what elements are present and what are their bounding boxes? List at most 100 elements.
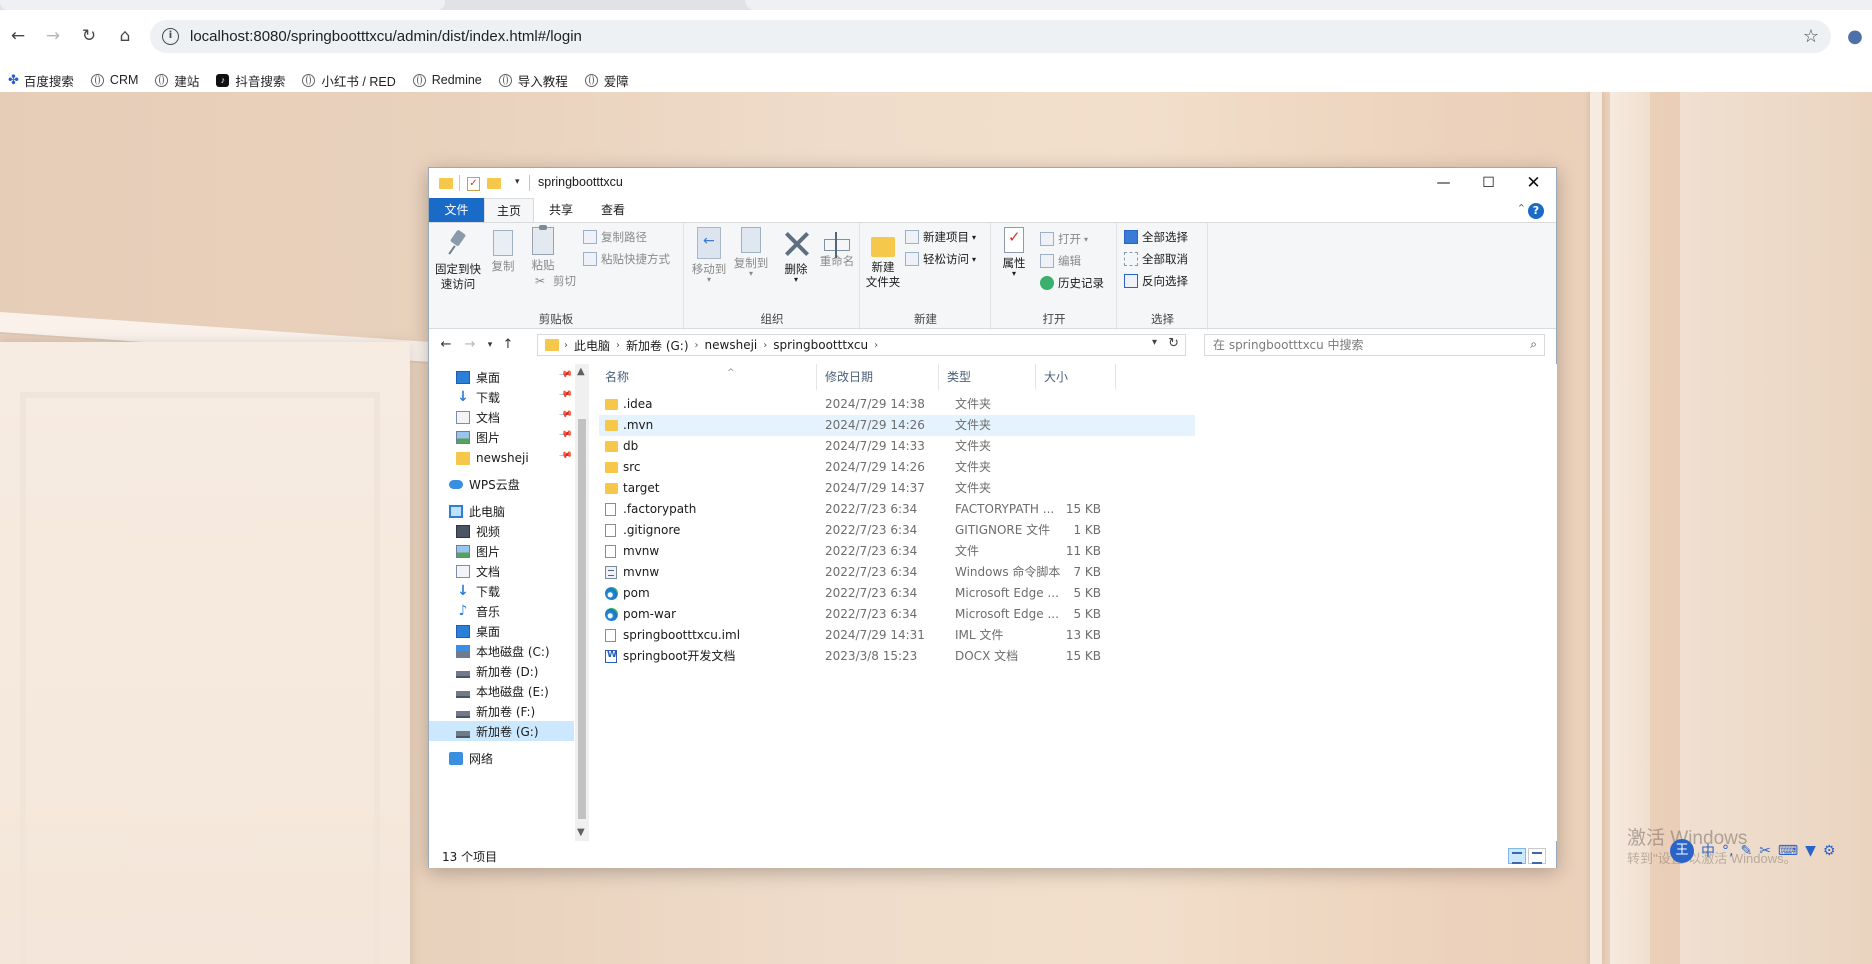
profile-icon[interactable]: ● bbox=[1844, 26, 1866, 48]
file-row[interactable]: .factorypath 2022/7/23 6:34 FACTORYPATH ..… bbox=[599, 499, 1195, 520]
breadcrumb-springbootttxcu[interactable]: springbootttxcu bbox=[767, 338, 874, 352]
ime-toolbar[interactable]: 王 中 °, ✎ ✂ ⌨ ▼ ⚙ bbox=[1670, 837, 1835, 865]
pen-icon[interactable]: ✎ bbox=[1740, 843, 1752, 859]
file-row[interactable]: .idea 2024/7/29 14:38 文件夹 bbox=[599, 394, 1195, 415]
select-none-button[interactable]: 全部取消 bbox=[1124, 249, 1188, 269]
nav-item-music[interactable]: ♪ 音乐 bbox=[429, 601, 574, 621]
nav-item-pictures-pc[interactable]: 图片 bbox=[429, 541, 574, 561]
cut-button[interactable]: ✂ 剪切 bbox=[535, 271, 576, 291]
recent-locations-icon[interactable]: ▾ bbox=[481, 336, 499, 354]
bookmark-baidu[interactable]: ✤ 百度搜索 bbox=[8, 71, 74, 90]
nav-item-documents-pc[interactable]: 文档 bbox=[429, 561, 574, 581]
settings-gear-icon[interactable]: ⚙ bbox=[1823, 843, 1836, 859]
skin-icon[interactable]: ▼ bbox=[1805, 843, 1816, 859]
column-header-name[interactable]: 名称 ^ bbox=[599, 364, 817, 390]
delete-button[interactable]: 删除 ▾ bbox=[779, 227, 813, 284]
help-icon[interactable]: ? bbox=[1528, 203, 1544, 219]
browser-tab[interactable] bbox=[0, 0, 445, 10]
nav-item-pictures[interactable]: 图片 📌 bbox=[429, 427, 574, 447]
search-input[interactable] bbox=[1205, 335, 1505, 355]
refresh-icon[interactable]: ↻ bbox=[1168, 336, 1179, 351]
nav-item-drive-d[interactable]: 新加卷 (D:) bbox=[429, 661, 574, 681]
ime-logo-icon[interactable]: 王 bbox=[1670, 839, 1694, 863]
minimize-icon[interactable]: — bbox=[1421, 168, 1466, 198]
history-button[interactable]: 历史记录 bbox=[1040, 273, 1104, 293]
search-icon[interactable]: ⌕ bbox=[1530, 337, 1537, 352]
keyboard-icon[interactable]: ⌨ bbox=[1778, 843, 1798, 859]
nav-item-drive-f[interactable]: 新加卷 (F:) bbox=[429, 701, 574, 721]
chevron-down-icon[interactable]: ▾ bbox=[1152, 337, 1157, 348]
nav-item-drive-e[interactable]: 本地磁盘 (E:) bbox=[429, 681, 574, 701]
nav-item-this-pc[interactable]: 此电脑 bbox=[429, 501, 574, 521]
nav-item-drive-g[interactable]: 新加卷 (G:) bbox=[429, 721, 574, 741]
nav-scrollbar[interactable]: ▲ ▼ bbox=[575, 364, 589, 841]
bookmark-aizhang[interactable]: 爱障 bbox=[584, 71, 629, 90]
large-icons-view-icon[interactable] bbox=[1528, 848, 1546, 864]
file-row[interactable]: src 2024/7/29 14:26 文件夹 bbox=[599, 457, 1195, 478]
copy-to-button[interactable]: 复制到 ▾ bbox=[731, 227, 771, 278]
nav-item-downloads-pc[interactable]: ↓ 下载 bbox=[429, 581, 574, 601]
ime-mode[interactable]: 中 bbox=[1701, 841, 1715, 861]
nav-item-downloads[interactable]: ↓ 下载 📌 bbox=[429, 387, 574, 407]
column-header-date[interactable]: 修改日期 bbox=[819, 364, 939, 390]
address-bar[interactable]: i localhost:8080/springbootttxcu/admin/d… bbox=[150, 20, 1831, 53]
nav-item-documents[interactable]: 文档 📌 bbox=[429, 407, 574, 427]
nav-item-desktop[interactable]: 桌面 📌 bbox=[429, 367, 574, 387]
scroll-down-icon[interactable]: ▼ bbox=[577, 827, 585, 838]
bookmark-red[interactable]: 小红书 / RED bbox=[302, 71, 396, 90]
column-header-size[interactable]: 大小 bbox=[1038, 364, 1116, 390]
site-info-icon[interactable]: i bbox=[162, 28, 179, 45]
nav-item-network[interactable]: 网络 bbox=[429, 748, 574, 768]
breadcrumb-newsheji[interactable]: newsheji bbox=[699, 338, 764, 352]
back-arrow-icon[interactable]: ← bbox=[5, 23, 31, 49]
breadcrumb-this-pc[interactable]: 此电脑 bbox=[568, 337, 616, 354]
forward-arrow-icon[interactable]: → bbox=[461, 336, 479, 354]
bookmark-douyin[interactable]: ♪ 抖音搜索 bbox=[216, 71, 285, 90]
bookmark-redmine[interactable]: Redmine bbox=[412, 73, 482, 87]
properties-quick-icon[interactable]: ✓ bbox=[467, 177, 480, 191]
bookmark-jianzhan[interactable]: 建站 bbox=[155, 71, 199, 90]
file-row[interactable]: db 2024/7/29 14:33 文件夹 bbox=[599, 436, 1195, 457]
open-button[interactable]: 打开 ▾ bbox=[1040, 229, 1088, 249]
copy-path-button[interactable]: 复制路径 bbox=[583, 227, 647, 247]
new-item-button[interactable]: 新建项目 ▾ bbox=[905, 227, 976, 247]
bookmark-import-tutorial[interactable]: 导入教程 bbox=[498, 71, 568, 90]
file-row[interactable]: .mvn 2024/7/29 14:26 文件夹 bbox=[599, 415, 1195, 436]
close-icon[interactable]: ✕ bbox=[1511, 168, 1556, 198]
file-row[interactable]: springboot开发文档2023/3/8 15:23DOCX 文档15 KB bbox=[599, 646, 1195, 667]
file-row[interactable]: pom-war 2022/7/23 6:34 Microsoft Edge ... 5… bbox=[599, 604, 1195, 625]
nav-item-newsheji[interactable]: newsheji 📌 bbox=[429, 448, 574, 468]
details-view-icon[interactable] bbox=[1508, 848, 1526, 864]
move-to-button[interactable]: 移动到 ▾ bbox=[689, 227, 729, 284]
customize-quick-access-icon[interactable]: ▾ bbox=[515, 177, 520, 193]
back-arrow-icon[interactable]: ← bbox=[437, 336, 455, 354]
path-bar[interactable]: › 此电脑 › 新加卷 (G:) › newsheji › springboot… bbox=[537, 334, 1186, 356]
file-row[interactable]: mvnw 2022/7/23 6:34 Windows 命令脚本 7 KB bbox=[599, 562, 1195, 583]
copy-button[interactable]: 复制 bbox=[485, 227, 521, 274]
forward-arrow-icon[interactable]: → bbox=[40, 23, 66, 49]
window-titlebar[interactable]: ✓ ▾ springbootttxcu — ☐ ✕ bbox=[429, 168, 1556, 198]
url-text[interactable]: localhost:8080/springbootttxcu/admin/dis… bbox=[190, 28, 582, 45]
breadcrumb-drive-g[interactable]: 新加卷 (G:) bbox=[620, 337, 695, 354]
paste-button[interactable]: 粘贴 bbox=[525, 225, 561, 273]
nav-item-wps-cloud[interactable]: WPS云盘 bbox=[429, 474, 574, 494]
file-row[interactable]: .gitignore 2022/7/23 6:34 GITIGNORE 文件 1 KB bbox=[599, 520, 1195, 541]
paste-shortcut-button[interactable]: 粘贴快捷方式 bbox=[583, 249, 670, 269]
properties-button[interactable]: 属性 ▾ bbox=[994, 227, 1034, 278]
tab-view[interactable]: 查看 bbox=[589, 198, 637, 222]
search-box[interactable]: ⌕ bbox=[1204, 334, 1545, 356]
home-icon[interactable]: ⌂ bbox=[112, 23, 138, 49]
easy-access-button[interactable]: 轻松访问 ▾ bbox=[905, 249, 976, 269]
file-row[interactable]: target 2024/7/29 14:37 文件夹 bbox=[599, 478, 1195, 499]
scissors-icon[interactable]: ✂ bbox=[1759, 843, 1771, 859]
rename-button[interactable]: 重命名 bbox=[817, 227, 857, 269]
file-row[interactable]: mvnw 2022/7/23 6:34 文件 11 KB bbox=[599, 541, 1195, 562]
bookmark-star-icon[interactable]: ☆ bbox=[1803, 26, 1819, 47]
invert-selection-button[interactable]: 反向选择 bbox=[1124, 271, 1188, 291]
bookmark-crm[interactable]: CRM bbox=[90, 73, 138, 87]
collapse-ribbon-icon[interactable]: ⌃ bbox=[1517, 202, 1526, 215]
scroll-up-icon[interactable]: ▲ bbox=[577, 366, 585, 377]
new-folder-button[interactable]: 新建 文件夹 bbox=[863, 227, 903, 290]
reload-icon[interactable]: ↻ bbox=[76, 23, 102, 49]
pin-quick-access-button[interactable]: 固定到快 速访问 bbox=[433, 227, 483, 292]
